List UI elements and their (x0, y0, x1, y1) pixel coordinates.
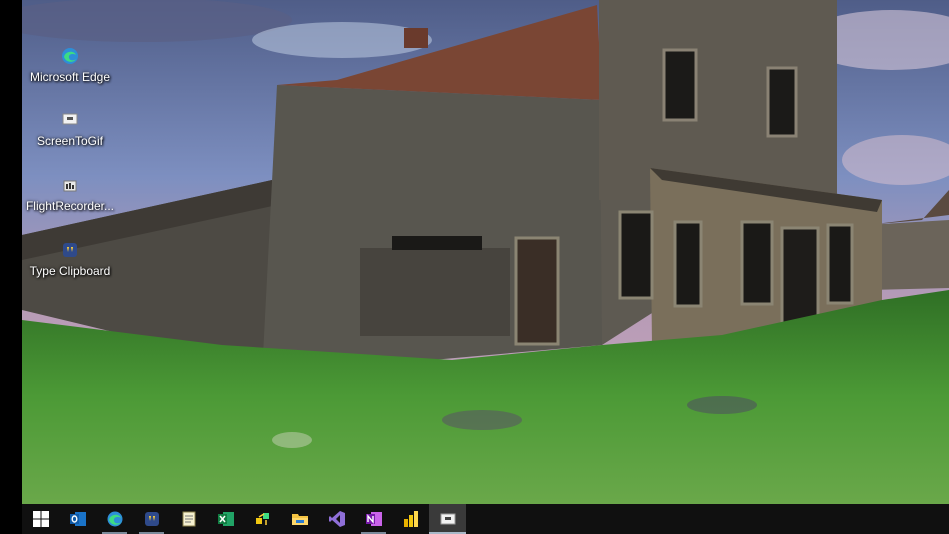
edge-icon (62, 48, 78, 64)
flightrecorder-icon (63, 180, 77, 192)
type-clipboard-icon (63, 243, 77, 257)
taskbar-power-bi[interactable] (392, 504, 429, 534)
file-explorer-icon (291, 514, 308, 525)
desktop-icon-flightrecorder[interactable]: FlightRecorder... (24, 175, 116, 213)
taskbar (22, 504, 949, 534)
excel-icon (217, 512, 234, 526)
taskbar-screentogif[interactable] (429, 504, 466, 534)
outlook-icon (69, 512, 86, 526)
taskbar-type-clipboard[interactable] (133, 504, 170, 534)
visual-studio-icon (328, 511, 345, 527)
screen-left-border (0, 0, 22, 534)
desktop-icon-type-clipboard[interactable]: Type Clipboard (24, 240, 116, 278)
type-clipboard-icon (144, 512, 159, 526)
taskbar-excel[interactable] (207, 504, 244, 534)
desktop-icon-label: Type Clipboard (29, 264, 111, 278)
taskbar-app[interactable] (244, 504, 281, 534)
taskbar-onenote[interactable] (355, 504, 392, 534)
desktop-icon-label: ScreenToGif (36, 134, 104, 148)
taskbar-edge[interactable] (96, 504, 133, 534)
power-bi-icon (403, 511, 418, 527)
desktop-icon-label: FlightRecorder... (25, 199, 115, 213)
app-icon (255, 513, 269, 525)
desktop-icon-screentogif[interactable]: ScreenToGif (24, 110, 116, 148)
desktop-wallpaper (22, 0, 949, 504)
desktop-icon-label: Microsoft Edge (29, 70, 111, 84)
screentogif-icon (62, 113, 78, 125)
edge-icon (107, 511, 122, 527)
desktop-icon-microsoft-edge[interactable]: Microsoft Edge (24, 46, 116, 84)
start-button[interactable] (22, 504, 59, 534)
taskbar-file-explorer[interactable] (281, 504, 318, 534)
windows-start-icon (32, 511, 49, 527)
taskbar-notepad[interactable] (170, 504, 207, 534)
taskbar-outlook[interactable] (59, 504, 96, 534)
taskbar-visual-studio[interactable] (318, 504, 355, 534)
screentogif-icon (440, 513, 455, 525)
onenote-icon (365, 512, 382, 526)
wallpaper-abandoned-house (22, 0, 949, 504)
notepad-icon (182, 511, 195, 527)
